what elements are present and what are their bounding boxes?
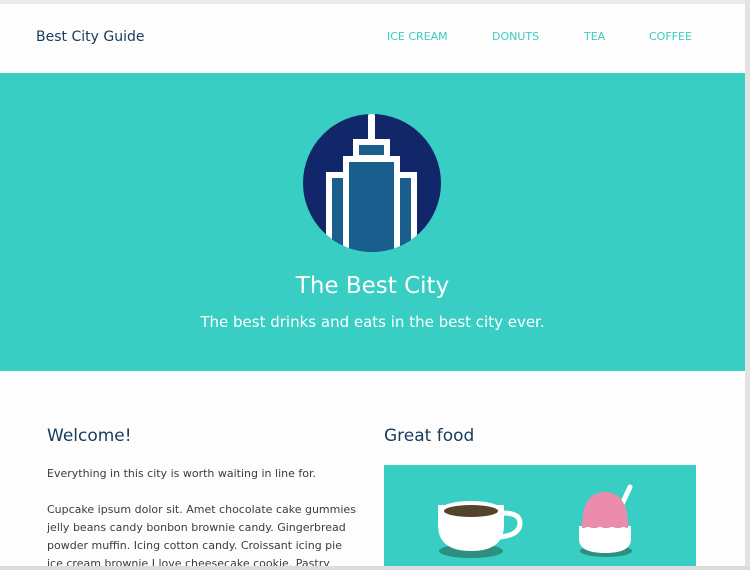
page: Best City Guide ICE CREAM DONUTS TEA COF… [0,4,745,566]
site-header: Best City Guide ICE CREAM DONUTS TEA COF… [0,4,745,73]
city-building-icon [303,114,441,252]
coffee-cup-icon [438,501,523,558]
food-icons [438,484,633,558]
hero-title: The Best City [295,273,450,299]
food-heading: Great food [384,426,475,446]
ice-cream-icon [579,484,633,557]
site-brand[interactable]: Best City Guide [36,29,144,45]
welcome-intro: Everything in this city is worth waiting… [47,467,316,480]
nav-coffee[interactable]: COFFEE [649,30,692,43]
welcome-body: Cupcake ipsum dolor sit. Amet chocolate … [47,503,356,566]
nav-tea[interactable]: TEA [584,30,605,43]
nav-donuts[interactable]: DONUTS [492,30,539,43]
nav-ice-cream[interactable]: ICE CREAM [387,30,448,43]
horizontal-scrollbar[interactable] [0,566,750,570]
food-illustration [384,465,696,566]
welcome-heading: Welcome! [47,426,132,446]
vertical-scrollbar[interactable] [745,0,750,570]
hero-subtitle: The best drinks and eats in the best cit… [200,313,545,331]
hero-banner: The Best City The best drinks and eats i… [0,73,745,371]
